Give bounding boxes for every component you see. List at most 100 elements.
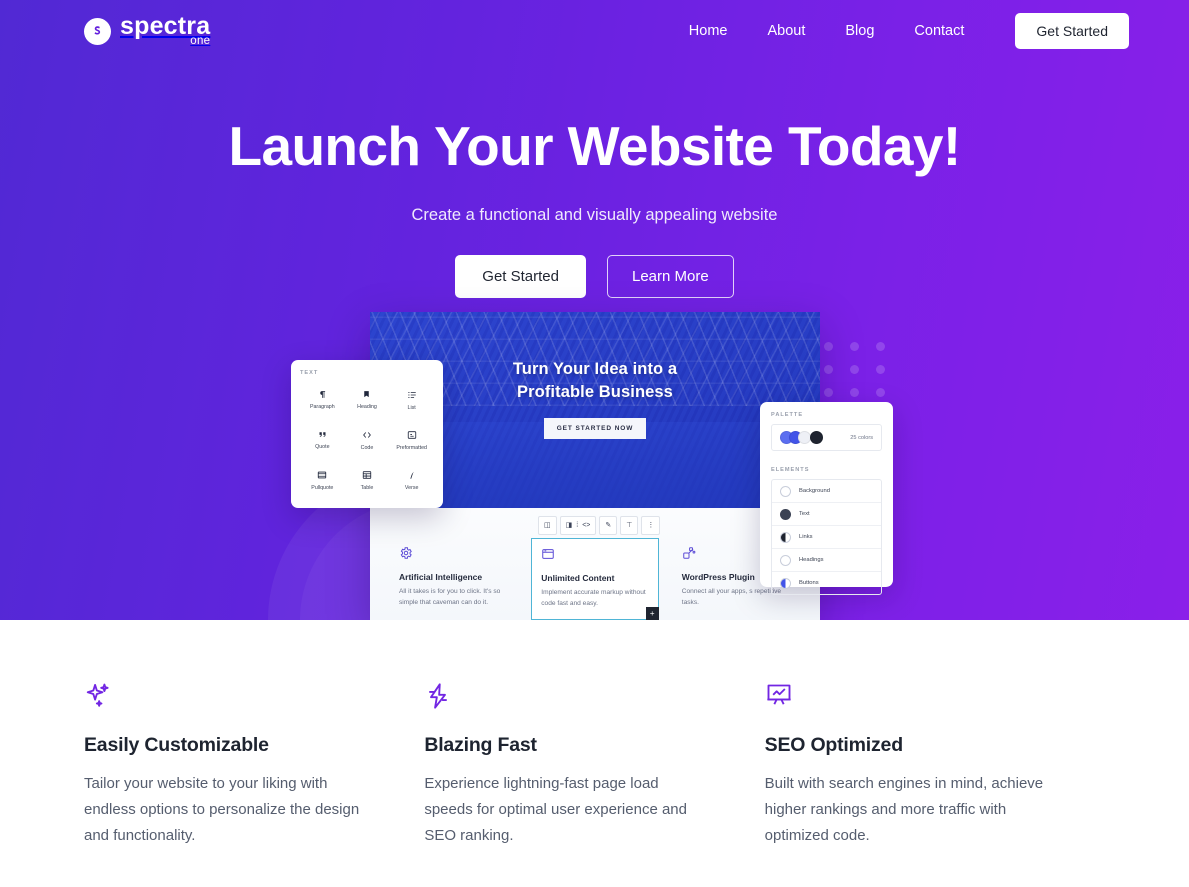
decorative-dot-grid [824, 342, 888, 397]
feature-description: Tailor your website to your liking with … [84, 775, 360, 844]
mockup-card-text: All it takes is for you to click. It's s… [399, 588, 501, 607]
lightning-bolt-icon [424, 682, 704, 710]
vertical-align-icon[interactable]: ⊤ [626, 522, 632, 529]
swatch-headings-icon [780, 554, 791, 566]
code-icon [362, 430, 372, 440]
nav-item-blog[interactable]: Blog [825, 17, 894, 45]
toolbar-group-more[interactable]: ⋮ [641, 516, 661, 535]
block-item-label: Preformatted [396, 444, 427, 451]
hero-title: Launch Your Website Today! [228, 115, 961, 177]
palette-element-label: Links [799, 534, 813, 540]
mockup-card-text: Implement accurate markup without code f… [541, 589, 646, 608]
blocks-panel-label: TEXT [300, 370, 319, 376]
spectra-s-logo-icon [84, 17, 111, 45]
palette-element-links[interactable]: Links [772, 526, 881, 549]
quote-icon [318, 430, 327, 439]
block-item-quote[interactable]: Quote [300, 422, 345, 458]
block-item-preformatted[interactable]: Preformatted [389, 422, 434, 458]
pullquote-icon [317, 470, 327, 480]
feature-title: SEO Optimized [764, 734, 903, 756]
toolbar-group-brush[interactable]: ✎ [599, 516, 618, 535]
palette-swatches [780, 431, 826, 444]
mockup-card-title: Unlimited Content [541, 573, 615, 583]
mockup-banner-cta-button[interactable]: GET STARTED NOW [543, 417, 647, 439]
mockup-card-add-badge[interactable]: + [645, 607, 659, 620]
mockup-card-title: Artificial Intelligence [399, 572, 483, 582]
block-item-label: Pullquote [311, 485, 334, 492]
preformatted-icon [407, 430, 417, 440]
block-item-code[interactable]: Code [345, 422, 390, 458]
palette-swatch-row[interactable]: 25 colors [771, 424, 882, 451]
toolbar-group-layout[interactable]: ◫ [538, 516, 557, 535]
nav-item-home[interactable]: Home [669, 17, 748, 45]
swatch-background-icon [780, 485, 791, 497]
palette-element-background[interactable]: Background [772, 480, 881, 503]
mockup-banner-title-line2: Profitable Business [517, 382, 673, 401]
more-options-icon[interactable]: ⋮ [647, 522, 654, 529]
presentation-chart-icon [765, 682, 1045, 710]
verse-icon [407, 471, 416, 480]
layout-icon[interactable]: ◫ [544, 522, 551, 529]
palette-element-label: Buttons [799, 580, 819, 586]
feature-description: Built with search engines in mind, achie… [764, 775, 1044, 844]
palette-elements-label: ELEMENTS [771, 467, 810, 473]
hero-content: Launch Your Website Today! Create a func… [0, 116, 1189, 298]
toolbar-group-vertical-align[interactable]: ⊤ [620, 516, 639, 535]
swatch-buttons-icon [780, 577, 791, 589]
nav-item-contact[interactable]: Contact [894, 17, 984, 45]
blocks-grid: Paragraph Heading List Quote Code Prefor… [300, 382, 434, 499]
code-icon[interactable]: <> [582, 522, 590, 529]
feature-easily-customizable: Easily Customizable Tailor your website … [84, 682, 424, 848]
mockup-card-unlimited-content[interactable]: Unlimited Content Implement accurate mar… [531, 538, 659, 620]
block-item-label: Quote [315, 444, 330, 451]
palette-element-headings[interactable]: Headings [772, 549, 881, 572]
block-item-list[interactable]: List [389, 382, 434, 418]
feature-blazing-fast: Blazing Fast Experience lightning-fast p… [424, 682, 764, 848]
mockup-blocks-panel: TEXT Paragraph Heading List Quote Code P… [291, 360, 443, 508]
gear-icon [399, 546, 508, 565]
nav-get-started-button[interactable]: Get Started [1015, 13, 1129, 49]
product-mockup: Turn Your Idea into a Profitable Busines… [291, 312, 893, 620]
table-icon [362, 470, 372, 480]
block-item-paragraph[interactable]: Paragraph [300, 382, 345, 418]
block-item-pullquote[interactable]: Pullquote [300, 463, 345, 499]
mockup-block-toolbar: ◫ ◨ ⁞ <> ✎ ⊤ ⋮ [538, 516, 661, 535]
drag-handle-icon[interactable]: ⁞ [576, 522, 578, 529]
hero-get-started-button[interactable]: Get Started [455, 254, 586, 298]
swatch-links-icon [780, 531, 791, 543]
block-item-heading[interactable]: Heading [345, 382, 390, 418]
align-icon[interactable]: ◨ [566, 522, 573, 529]
brand-logo[interactable]: spectra one [84, 14, 210, 48]
mockup-banner-title-line1: Turn Your Idea into a [512, 360, 678, 378]
palette-element-buttons[interactable]: Buttons [772, 572, 881, 594]
nav-item-about[interactable]: About [747, 17, 825, 45]
block-item-label: Paragraph [309, 404, 335, 411]
block-item-label: Code [360, 444, 374, 451]
sparkles-icon [84, 682, 364, 710]
hero-learn-more-button[interactable]: Learn More [607, 254, 734, 298]
palette-color-count: 25 colors [850, 434, 873, 441]
feature-description: Experience lightning-fast page load spee… [424, 775, 687, 844]
features-section: Easily Customizable Tailor your website … [0, 620, 1189, 849]
paragraph-icon [318, 390, 327, 399]
main-navigation: spectra one Home About Blog Contact Get … [0, 0, 1189, 62]
mockup-body: ◫ ◨ ⁞ <> ✎ ⊤ ⋮ Artificial Intelligence A… [370, 508, 820, 620]
palette-element-label: Background [799, 488, 830, 494]
block-item-label: Verse [404, 484, 419, 491]
mockup-feature-cards: Artificial Intelligence All it takes is … [370, 538, 820, 620]
palette-elements-list: Background Text Links Headings Buttons [771, 479, 882, 595]
feature-title: Easily Customizable [84, 734, 269, 756]
list-icon [407, 390, 417, 400]
block-item-table[interactable]: Table [345, 463, 390, 499]
hero-section: spectra one Home About Blog Contact Get … [0, 0, 1189, 620]
block-item-verse[interactable]: Verse [389, 463, 434, 499]
palette-element-text[interactable]: Text [772, 503, 881, 526]
brush-icon[interactable]: ✎ [605, 522, 611, 529]
mockup-palette-panel: PALETTE 25 colors ELEMENTS Background Te… [760, 402, 893, 595]
hero-cta-group: Get Started Learn More [0, 254, 1189, 298]
mockup-card-artificial-intelligence[interactable]: Artificial Intelligence All it takes is … [390, 538, 517, 620]
palette-element-label: Headings [799, 557, 824, 563]
palette-element-label: Text [799, 511, 810, 517]
toolbar-group-format[interactable]: ◨ ⁞ <> [559, 516, 597, 535]
palette-panel-label: PALETTE [771, 412, 804, 418]
